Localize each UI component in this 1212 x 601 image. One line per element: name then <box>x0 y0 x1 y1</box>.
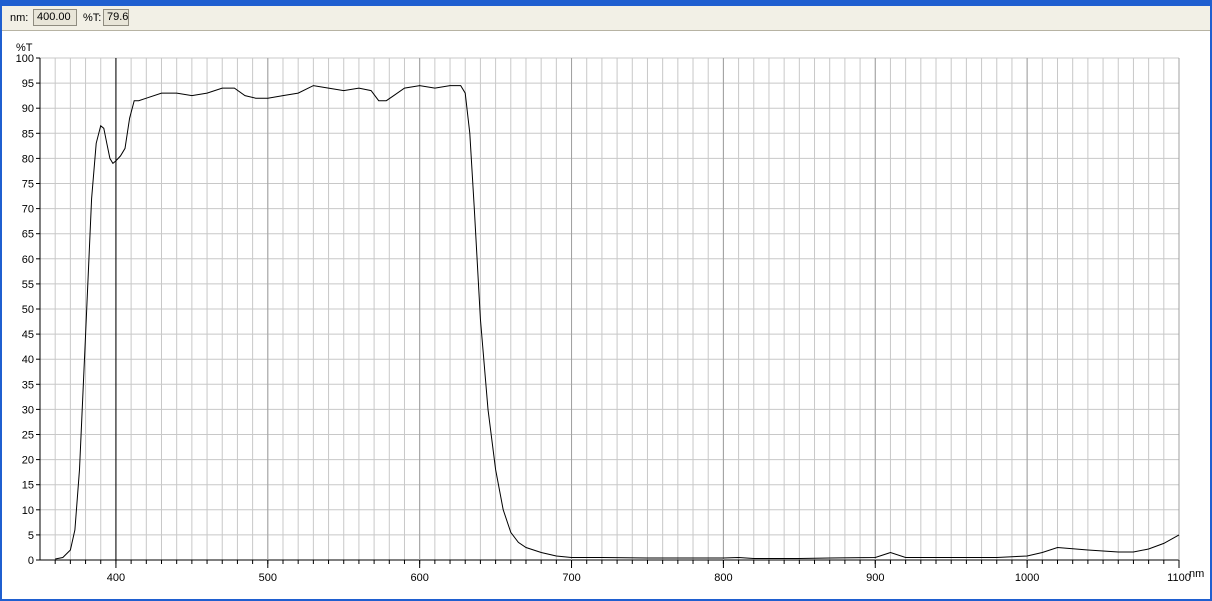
y-tick-label: 60 <box>22 254 34 266</box>
y-tick-label: 5 <box>28 530 34 542</box>
y-tick-label: 10 <box>22 505 34 517</box>
y-tick-label: 0 <box>28 555 34 567</box>
y-tick-label: 80 <box>22 153 34 165</box>
x-tick-label: 600 <box>410 572 428 584</box>
y-tick-label: 30 <box>22 404 34 416</box>
t-readout-label: %T: <box>83 12 102 24</box>
transmission-chart[interactable]: 0 5 10 15 20 25 30 35 40 45 50 55 60 65 70 75 80 85 90 95 10… <box>2 31 1210 599</box>
x-tick-label: 800 <box>714 572 732 584</box>
x-tick-label: 1100 <box>1167 572 1191 584</box>
x-tick-label: 400 <box>107 572 125 584</box>
y-tick-label: 90 <box>22 103 34 115</box>
y-tick-label: 85 <box>22 128 34 140</box>
y-tick-label: 55 <box>22 279 34 291</box>
x-tick-label: 900 <box>866 572 884 584</box>
readout-toolbar: nm: 400.00 %T: 79.6 <box>2 6 1210 31</box>
x-tick-label: 700 <box>562 572 580 584</box>
horizontal-gridlines <box>36 57 1179 561</box>
x-tick-labels: 400 500 600 700 800 900 1000 1100 <box>107 58 1191 584</box>
vertical-gridlines <box>54 58 1165 564</box>
x-axis-label: nm <box>1189 568 1204 580</box>
y-tick-label: 40 <box>22 354 34 366</box>
x-tick-label: 500 <box>259 572 277 584</box>
plot-area[interactable]: 0 5 10 15 20 25 30 35 40 45 50 55 60 65 70 75 80 85 90 95 10… <box>2 31 1210 599</box>
y-tick-label: 75 <box>22 179 34 191</box>
y-tick-label: 50 <box>22 304 34 316</box>
app-window: nm: 400.00 %T: 79.6 0 5 10 15 20 25 30 35 40 45 50… <box>2 6 1210 599</box>
y-tick-label: 65 <box>22 229 34 241</box>
t-readout-field[interactable]: 79.6 <box>103 9 129 26</box>
y-tick-label: 95 <box>22 78 34 90</box>
nm-readout-field[interactable]: 400.00 <box>33 9 77 26</box>
y-tick-label: 100 <box>16 53 34 65</box>
y-tick-label: 35 <box>22 379 34 391</box>
y-tick-labels: 0 5 10 15 20 25 30 35 40 45 50 55 60 65 70 75 80 85 90 95 10… <box>16 53 34 567</box>
nm-readout-label: nm: <box>10 12 29 24</box>
y-tick-label: 45 <box>22 329 34 341</box>
y-tick-label: 70 <box>22 204 34 216</box>
x-tick-label: 1000 <box>1015 572 1039 584</box>
y-tick-label: 25 <box>22 430 34 442</box>
y-axis-label: %T <box>16 42 33 54</box>
y-tick-label: 20 <box>22 455 34 467</box>
y-tick-label: 15 <box>22 480 34 492</box>
